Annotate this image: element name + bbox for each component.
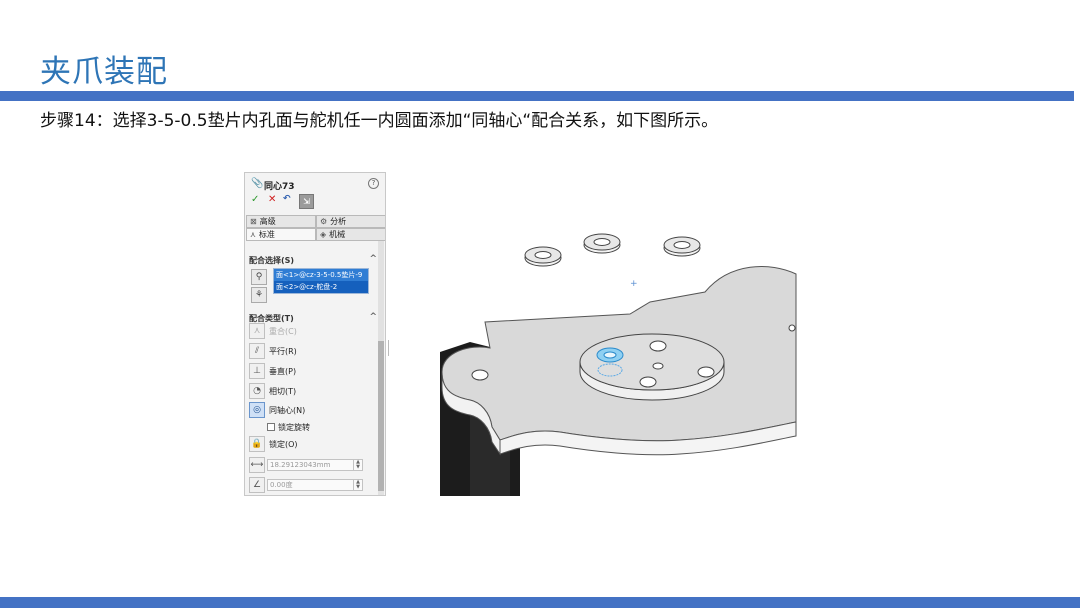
multi-mate-icon[interactable]: ⚘ bbox=[251, 287, 267, 303]
spinner-icon[interactable]: ▲ ▼ bbox=[353, 460, 362, 470]
lock-rotation-checkbox[interactable]: 锁定旋转 bbox=[267, 422, 310, 433]
mate-selections-header[interactable]: 配合选择(S) ^ bbox=[249, 254, 383, 266]
mate-title: 同心73 bbox=[264, 182, 295, 192]
analysis-icon: ⚙ bbox=[320, 217, 328, 226]
title-bar bbox=[0, 91, 1074, 101]
origin-marker: + bbox=[630, 279, 638, 289]
mate-parallel[interactable]: ⫽ 平行(R) bbox=[249, 343, 367, 359]
collapse-icon[interactable]: ^ bbox=[369, 254, 377, 264]
help-icon[interactable]: ? bbox=[368, 178, 379, 189]
tab-analysis[interactable]: ⚙ 分析 bbox=[316, 215, 385, 228]
slide-title: 夹爪装配 bbox=[40, 54, 168, 90]
tab-advanced[interactable]: ⊠ 高级 bbox=[246, 215, 316, 228]
mate-perpendicular[interactable]: ⊥ 垂直(P) bbox=[249, 363, 367, 379]
assembly-model-view: + bbox=[440, 233, 797, 496]
mate-lock[interactable]: 🔒 锁定(O) bbox=[249, 436, 367, 452]
lock-icon: 🔒 bbox=[249, 436, 265, 452]
cancel-button[interactable]: ✕ bbox=[268, 194, 276, 205]
mechanical-icon: ◈ bbox=[320, 230, 327, 239]
horn-hole-top bbox=[649, 340, 667, 352]
step-instruction: 步骤14：选择3-5-0.5垫片内孔面与舵机任一内圆面添加“同轴心“配合关系，如… bbox=[40, 111, 719, 131]
selection-face-2[interactable]: 面<2>@cz-舵盘-2 bbox=[274, 281, 368, 293]
concentric-icon: ◎ bbox=[249, 402, 265, 418]
mate-concentric[interactable]: ◎ 同轴心(N) bbox=[249, 402, 367, 418]
washer-selected-hole bbox=[603, 351, 617, 359]
ok-button[interactable]: ✓ bbox=[251, 194, 259, 205]
tab-standard[interactable]: ⋏ 标准 bbox=[246, 228, 316, 241]
angle-icon: ∠ bbox=[249, 477, 265, 493]
panel-splitter[interactable] bbox=[388, 340, 392, 356]
parallel-icon: ⫽ bbox=[249, 343, 265, 359]
mate-selections-list[interactable]: 面<1>@cz-3-5-0.5垫片-9 面<2>@cz-舵盘-2 bbox=[273, 268, 369, 294]
pin-button[interactable]: ⇲ bbox=[299, 194, 314, 209]
standard-icon: ⋏ bbox=[250, 230, 256, 239]
panel-scrollbar[interactable] bbox=[378, 241, 384, 495]
tangent-icon: ◔ bbox=[249, 383, 265, 399]
washer-1 bbox=[524, 246, 562, 267]
advanced-icon: ⊠ bbox=[250, 217, 257, 226]
paperclip-icon: 📎 bbox=[251, 178, 264, 189]
distance-icon: ⟷ bbox=[249, 457, 265, 473]
mate-tangent[interactable]: ◔ 相切(T) bbox=[249, 383, 367, 399]
bottom-bar bbox=[0, 597, 1080, 608]
horn-hole-bottom bbox=[639, 376, 657, 388]
angle-field[interactable]: 0.00度 ▲ ▼ bbox=[267, 479, 363, 491]
plate-hole-small bbox=[788, 324, 796, 332]
washer-3 bbox=[663, 236, 701, 257]
perpendicular-icon: ⊥ bbox=[249, 363, 265, 379]
distance-field[interactable]: 18.29123043mm ▲ ▼ bbox=[267, 459, 363, 471]
tab-mechanical[interactable]: ◈ 机械 bbox=[316, 228, 385, 241]
pm-header: 📎 同心73 ? bbox=[245, 173, 385, 195]
horn-hole-center bbox=[652, 362, 664, 370]
plate-hole bbox=[471, 369, 489, 381]
spinner-icon[interactable]: ▲ ▼ bbox=[353, 480, 362, 490]
collapse-icon[interactable]: ^ bbox=[369, 312, 377, 322]
selection-filter-icon[interactable]: ⚲ bbox=[251, 269, 267, 285]
horn-hole-right bbox=[697, 366, 715, 378]
scrollbar-thumb[interactable] bbox=[378, 341, 384, 491]
3d-viewport[interactable]: + bbox=[430, 222, 800, 496]
undo-button[interactable]: ↶ bbox=[283, 194, 291, 204]
mate-property-manager: 📎 同心73 ? ✓ ✕ ↶ ⇲ ⊠ 高级 ⚙ 分析 ⋏ 标准 ◈ 机械 配合选择(S)… bbox=[244, 172, 386, 496]
coincident-icon: ⋏ bbox=[249, 323, 265, 339]
selection-face-1[interactable]: 面<1>@cz-3-5-0.5垫片-9 bbox=[274, 269, 368, 281]
washer-2 bbox=[583, 233, 621, 254]
checkbox-icon bbox=[267, 423, 275, 431]
mate-coincident[interactable]: ⋏ 重合(C) bbox=[249, 323, 367, 339]
